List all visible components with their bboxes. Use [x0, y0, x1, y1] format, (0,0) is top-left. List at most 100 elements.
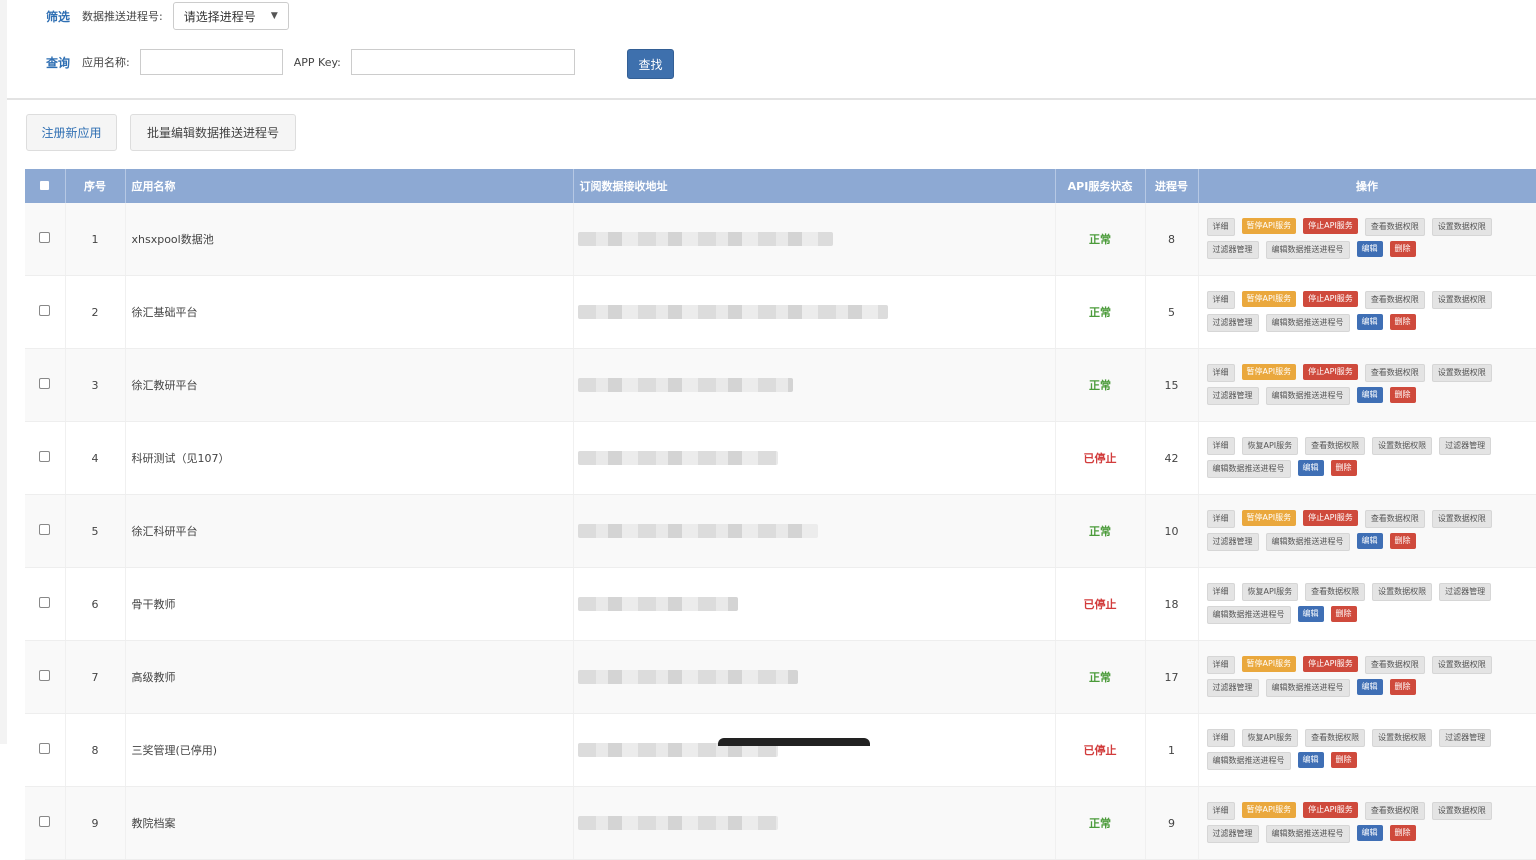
edit-button[interactable]: 编辑 — [1356, 679, 1383, 695]
row-checkbox[interactable] — [39, 305, 51, 316]
edit-button[interactable]: 编辑 — [1356, 241, 1383, 257]
detail-button[interactable]: 详细 — [1206, 583, 1235, 601]
edit-button[interactable]: 编辑 — [1356, 825, 1383, 841]
delete-button[interactable]: 删除 — [1389, 825, 1416, 841]
edit-button[interactable]: 编辑 — [1356, 387, 1383, 403]
row-checkbox[interactable] — [39, 524, 51, 535]
stop-api-button[interactable]: 停止API服务 — [1303, 291, 1358, 307]
set-permission-button[interactable]: 设置数据权限 — [1431, 656, 1492, 674]
edit-process-button[interactable]: 编辑数据推送进程号 — [1206, 752, 1291, 770]
view-permission-button[interactable]: 查看数据权限 — [1364, 656, 1425, 674]
batch-edit-process-button[interactable]: 批量编辑数据推送进程号 — [130, 114, 296, 151]
edit-process-button[interactable]: 编辑数据推送进程号 — [1265, 825, 1350, 843]
row-checkbox[interactable] — [39, 816, 51, 827]
view-permission-button[interactable]: 查看数据权限 — [1305, 729, 1366, 747]
stop-api-button[interactable]: 停止API服务 — [1303, 218, 1358, 234]
filter-manage-button[interactable]: 过滤器管理 — [1206, 679, 1259, 697]
stop-api-button[interactable]: 停止API服务 — [1303, 364, 1358, 380]
edit-button[interactable]: 编辑 — [1297, 752, 1324, 768]
detail-button[interactable]: 详细 — [1206, 437, 1235, 455]
resume-api-button[interactable]: 恢复API服务 — [1241, 437, 1299, 455]
select-all-checkbox[interactable] — [40, 180, 50, 190]
set-permission-button[interactable]: 设置数据权限 — [1372, 583, 1433, 601]
delete-button[interactable]: 删除 — [1330, 460, 1357, 476]
process-select[interactable]: 请选择进程号 ▼ — [172, 2, 289, 30]
stop-api-button[interactable]: 停止API服务 — [1303, 802, 1358, 818]
edit-process-button[interactable]: 编辑数据推送进程号 — [1265, 387, 1350, 405]
pause-api-button[interactable]: 暂停API服务 — [1241, 364, 1297, 380]
row-checkbox[interactable] — [39, 451, 51, 462]
delete-button[interactable]: 删除 — [1330, 752, 1357, 768]
resume-api-button[interactable]: 恢复API服务 — [1241, 729, 1299, 747]
filter-manage-button[interactable]: 过滤器管理 — [1206, 314, 1259, 332]
row-checkbox[interactable] — [39, 743, 51, 754]
detail-button[interactable]: 详细 — [1206, 510, 1235, 528]
filter-manage-button[interactable]: 过滤器管理 — [1206, 241, 1259, 259]
set-permission-button[interactable]: 设置数据权限 — [1431, 510, 1492, 528]
view-permission-button[interactable]: 查看数据权限 — [1305, 437, 1366, 455]
edit-process-button[interactable]: 编辑数据推送进程号 — [1265, 241, 1350, 259]
filter-manage-button[interactable]: 过滤器管理 — [1439, 583, 1492, 601]
filter-manage-button[interactable]: 过滤器管理 — [1206, 825, 1259, 843]
app-key-input[interactable] — [350, 49, 575, 75]
detail-button[interactable]: 详细 — [1206, 364, 1235, 382]
pause-api-button[interactable]: 暂停API服务 — [1241, 218, 1297, 234]
pause-api-button[interactable]: 暂停API服务 — [1241, 510, 1297, 526]
delete-button[interactable]: 删除 — [1389, 387, 1416, 403]
set-permission-button[interactable]: 设置数据权限 — [1431, 291, 1492, 309]
delete-button[interactable]: 删除 — [1389, 241, 1416, 257]
edit-process-button[interactable]: 编辑数据推送进程号 — [1206, 460, 1291, 478]
detail-button[interactable]: 详细 — [1206, 729, 1235, 747]
stop-api-button[interactable]: 停止API服务 — [1303, 510, 1358, 526]
redacted-url — [577, 232, 833, 246]
set-permission-button[interactable]: 设置数据权限 — [1431, 218, 1492, 236]
detail-button[interactable]: 详细 — [1206, 656, 1235, 674]
row-checkbox[interactable] — [39, 232, 51, 243]
pause-api-button[interactable]: 暂停API服务 — [1241, 291, 1297, 307]
row-checkbox[interactable] — [39, 378, 51, 389]
horizontal-scrollbar[interactable] — [718, 738, 870, 746]
row-ops: 详细 暂停API服务 停止API服务 查看数据权限 设置数据权限过滤器管理 编辑数据推送进… — [1198, 203, 1536, 276]
edit-process-button[interactable]: 编辑数据推送进程号 — [1265, 533, 1350, 551]
search-button[interactable]: 查找 — [627, 49, 674, 79]
view-permission-button[interactable]: 查看数据权限 — [1364, 802, 1425, 820]
filter-manage-button[interactable]: 过滤器管理 — [1206, 387, 1259, 405]
delete-button[interactable]: 删除 — [1330, 606, 1357, 622]
view-permission-button[interactable]: 查看数据权限 — [1364, 291, 1425, 309]
edit-button[interactable]: 编辑 — [1356, 314, 1383, 330]
edit-button[interactable]: 编辑 — [1297, 460, 1324, 476]
row-index: 1 — [65, 203, 126, 276]
detail-button[interactable]: 详细 — [1206, 291, 1235, 309]
row-status: 正常 — [1055, 275, 1146, 349]
delete-button[interactable]: 删除 — [1389, 679, 1416, 695]
set-permission-button[interactable]: 设置数据权限 — [1372, 437, 1433, 455]
edit-button[interactable]: 编辑 — [1297, 606, 1324, 622]
filter-manage-button[interactable]: 过滤器管理 — [1439, 437, 1492, 455]
edit-process-button[interactable]: 编辑数据推送进程号 — [1206, 606, 1291, 624]
app-name-input[interactable] — [139, 49, 283, 75]
set-permission-button[interactable]: 设置数据权限 — [1431, 364, 1492, 382]
header-process: 进程号 — [1145, 169, 1199, 203]
detail-button[interactable]: 详细 — [1206, 218, 1235, 236]
detail-button[interactable]: 详细 — [1206, 802, 1235, 820]
pause-api-button[interactable]: 暂停API服务 — [1241, 656, 1297, 672]
filter-manage-button[interactable]: 过滤器管理 — [1439, 729, 1492, 747]
edit-button[interactable]: 编辑 — [1356, 533, 1383, 549]
edit-process-button[interactable]: 编辑数据推送进程号 — [1265, 679, 1350, 697]
filter-manage-button[interactable]: 过滤器管理 — [1206, 533, 1259, 551]
view-permission-button[interactable]: 查看数据权限 — [1305, 583, 1366, 601]
set-permission-button[interactable]: 设置数据权限 — [1431, 802, 1492, 820]
view-permission-button[interactable]: 查看数据权限 — [1364, 510, 1425, 528]
edit-process-button[interactable]: 编辑数据推送进程号 — [1265, 314, 1350, 332]
register-app-button[interactable]: 注册新应用 — [26, 114, 117, 151]
pause-api-button[interactable]: 暂停API服务 — [1241, 802, 1297, 818]
stop-api-button[interactable]: 停止API服务 — [1303, 656, 1358, 672]
view-permission-button[interactable]: 查看数据权限 — [1364, 364, 1425, 382]
row-checkbox[interactable] — [39, 670, 51, 681]
resume-api-button[interactable]: 恢复API服务 — [1241, 583, 1299, 601]
set-permission-button[interactable]: 设置数据权限 — [1372, 729, 1433, 747]
row-checkbox[interactable] — [39, 597, 51, 608]
view-permission-button[interactable]: 查看数据权限 — [1364, 218, 1425, 236]
delete-button[interactable]: 删除 — [1389, 533, 1416, 549]
delete-button[interactable]: 删除 — [1389, 314, 1416, 330]
